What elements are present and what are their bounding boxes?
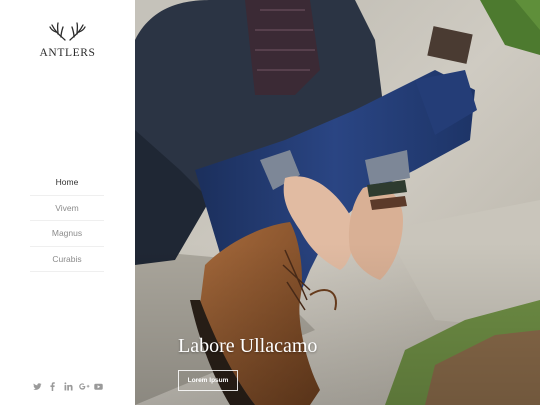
youtube-icon[interactable] — [94, 382, 103, 391]
hero-title: Labore Ullacamo — [178, 335, 318, 357]
twitter-icon[interactable] — [33, 382, 42, 391]
brand-name[interactable]: ANTLERS — [0, 47, 135, 59]
sidebar: ANTLERS Home Vivem Magnus Curabis — [0, 0, 135, 405]
facebook-icon[interactable] — [48, 381, 57, 391]
google-plus-icon[interactable] — [78, 382, 90, 391]
hero-section: Labore Ullacamo Lorem Ipsum — [135, 0, 540, 405]
nav-item-vivem[interactable]: Vivem — [30, 196, 104, 221]
hero-cta-button[interactable]: Lorem Ipsum — [178, 370, 238, 391]
main-nav: Home Vivem Magnus Curabis — [30, 170, 104, 272]
nav-item-magnus[interactable]: Magnus — [30, 221, 104, 247]
antlers-icon[interactable] — [49, 21, 86, 41]
linkedin-icon[interactable] — [63, 381, 73, 391]
nav-item-curabis[interactable]: Curabis — [30, 247, 104, 272]
nav-item-home[interactable]: Home — [30, 170, 104, 196]
social-links — [33, 380, 103, 392]
